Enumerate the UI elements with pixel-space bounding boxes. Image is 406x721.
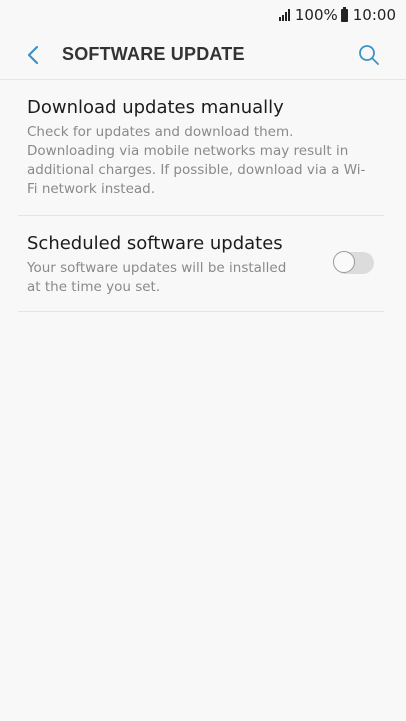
scheduled-updates-toggle[interactable]: [333, 251, 374, 274]
page-title: SOFTWARE UPDATE: [62, 44, 245, 64]
search-icon: [359, 44, 379, 65]
battery-percent: 100%: [294, 6, 338, 24]
app-bar: SOFTWARE UPDATE: [0, 30, 406, 80]
list-item-download-updates-manually[interactable]: Download updates manually Check for upda…: [18, 80, 384, 216]
status-bar: 100% 10:00: [0, 0, 406, 30]
status-time: 10:00: [352, 6, 396, 24]
list-item-scheduled-software-updates[interactable]: Scheduled software updates Your software…: [18, 216, 384, 312]
item-title: Scheduled software updates: [27, 233, 283, 254]
battery-icon: [340, 6, 348, 22]
item-description: Your software updates will be installed …: [27, 260, 287, 295]
back-button[interactable]: [20, 42, 46, 68]
toggle-knob: [333, 251, 355, 273]
item-description: Check for updates and download them. Dow…: [27, 124, 366, 197]
search-button[interactable]: [356, 42, 382, 68]
signal-icon: [278, 9, 291, 21]
settings-list: Download updates manually Check for upda…: [18, 80, 384, 312]
item-title: Download updates manually: [27, 97, 284, 118]
back-arrow-icon: [27, 45, 39, 64]
